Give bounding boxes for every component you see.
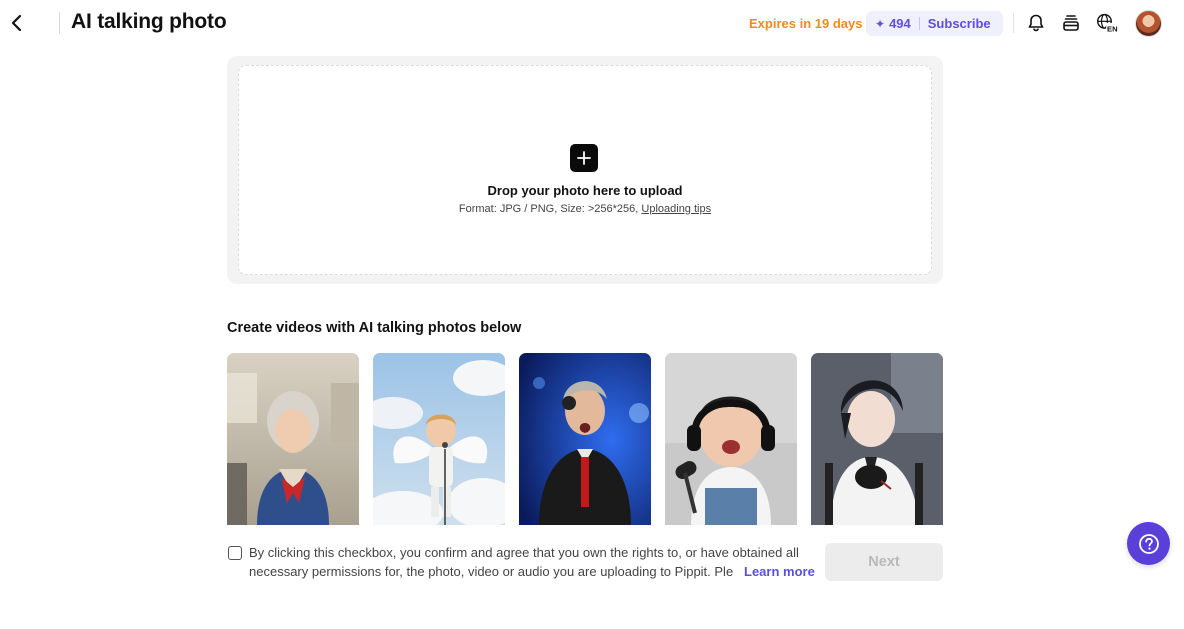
upload-title: Drop your photo here to upload	[487, 183, 683, 198]
globe-icon[interactable]: EN	[1096, 12, 1118, 34]
upload-format-info: Format: JPG / PNG, Size: >256*256, Uploa…	[239, 203, 931, 215]
language-badge: EN	[1107, 24, 1118, 33]
header-divider-2	[1013, 13, 1014, 33]
upload-dropzone[interactable]: Drop your photo here to upload Format: J…	[238, 65, 932, 275]
example-thumb-anime-boy[interactable]	[811, 353, 943, 525]
back-arrow-icon[interactable]	[6, 12, 26, 34]
pill-divider	[918, 17, 920, 30]
consent-text-line2: necessary permissions for, the photo, vi…	[249, 564, 734, 579]
consent-text-line1: By clicking this checkbox, you confirm a…	[249, 545, 799, 560]
page-title: AI talking photo	[71, 10, 227, 33]
example-thumb-baby-with-headphones[interactable]	[665, 353, 797, 525]
example-thumb-flight-attendant[interactable]	[227, 353, 359, 525]
format-text: Format: JPG / PNG, Size: >256*256,	[458, 203, 639, 215]
example-thumb-concert-singer[interactable]	[519, 353, 651, 525]
header-divider	[59, 12, 60, 34]
examples-gallery	[227, 353, 943, 525]
next-button[interactable]: Next	[825, 543, 943, 581]
upload-panel: Drop your photo here to upload Format: J…	[227, 56, 943, 284]
example-thumb-angel-child-singer[interactable]	[373, 353, 505, 525]
learn-more-link[interactable]: Learn more	[744, 564, 815, 579]
top-header: AI talking photo Expires in 19 days ✦ 49…	[0, 0, 1184, 46]
examples-title: Create videos with AI talking photos bel…	[227, 320, 522, 336]
consent-checkbox[interactable]	[228, 546, 242, 560]
subscribe-button[interactable]: Subscribe	[928, 16, 991, 31]
credits-pill: ✦ 494 Subscribe	[866, 11, 1003, 36]
bell-icon[interactable]	[1025, 12, 1047, 34]
plus-icon[interactable]	[570, 144, 598, 172]
layers-icon[interactable]	[1060, 12, 1082, 34]
uploading-tips-link[interactable]: Uploading tips	[641, 203, 711, 215]
help-icon[interactable]	[1127, 522, 1170, 565]
expiry-notice: Expires in 19 days	[749, 16, 863, 31]
credits-count: 494	[889, 16, 911, 31]
sparkle-icon: ✦	[875, 16, 886, 31]
avatar[interactable]	[1135, 10, 1162, 37]
